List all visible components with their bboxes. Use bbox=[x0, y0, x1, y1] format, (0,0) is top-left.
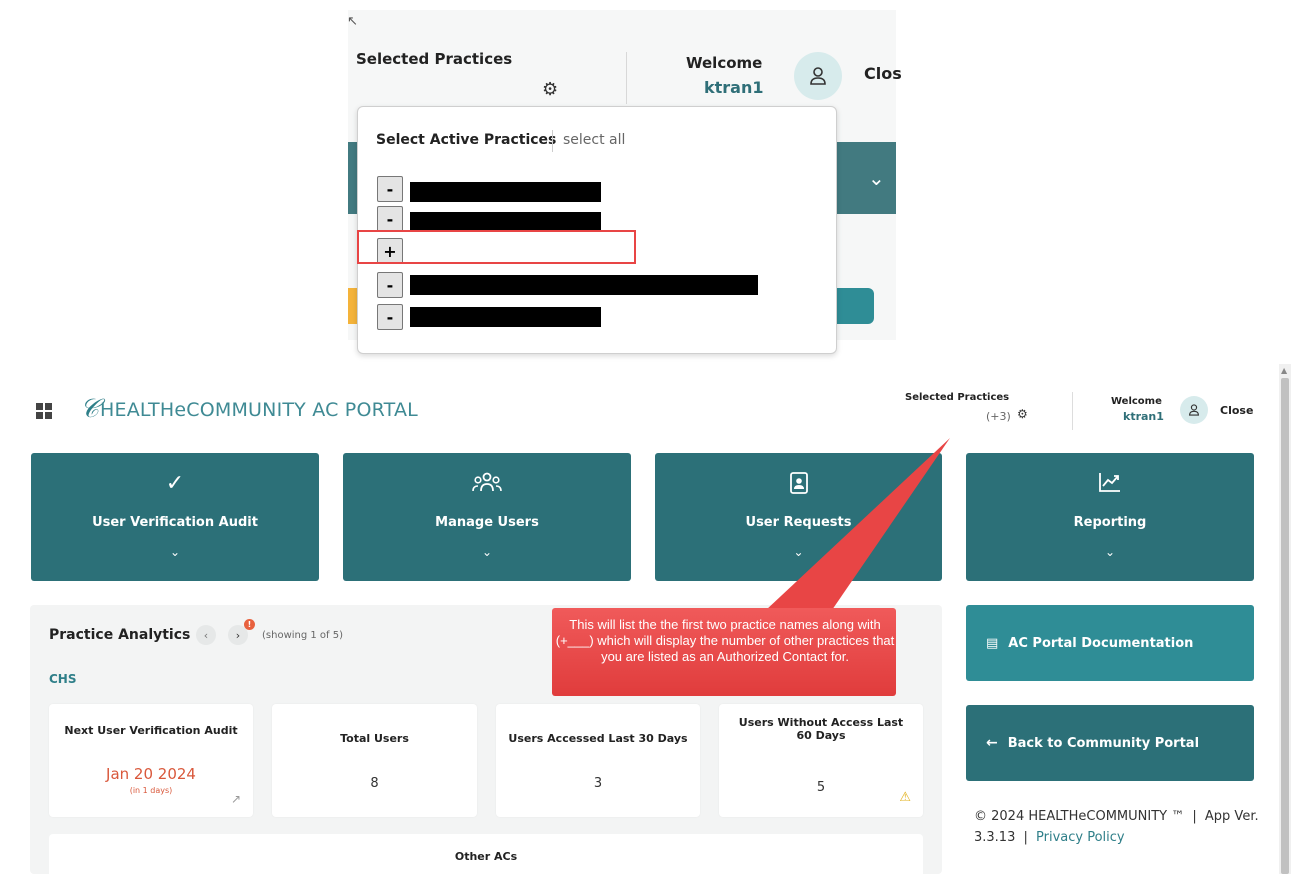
callout-arrow bbox=[552, 438, 950, 696]
callout-text: This will list the the first two practic… bbox=[555, 617, 895, 664]
